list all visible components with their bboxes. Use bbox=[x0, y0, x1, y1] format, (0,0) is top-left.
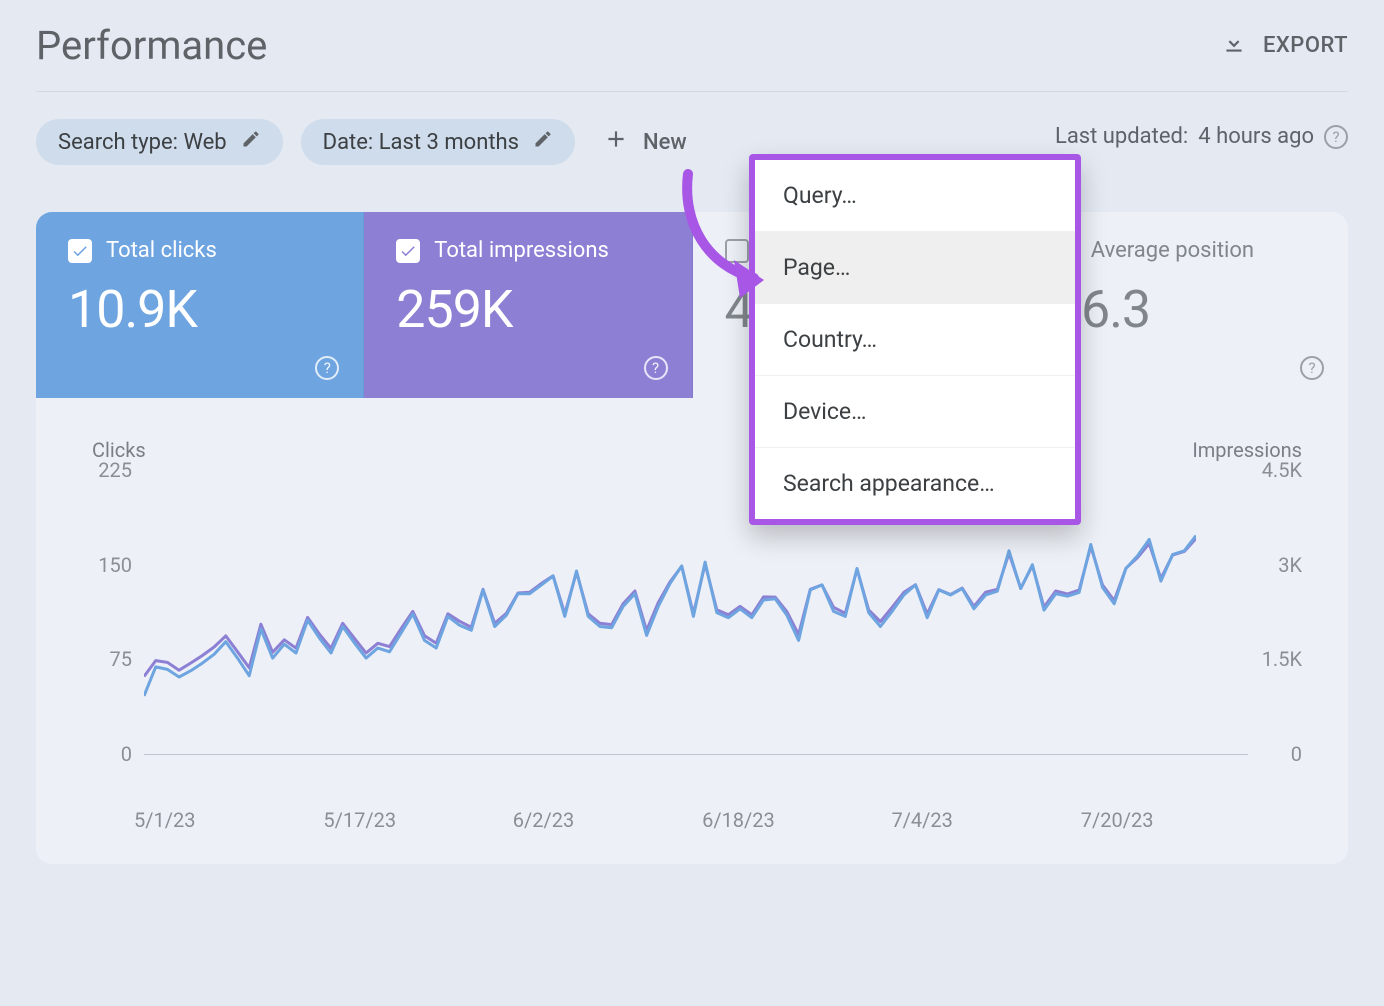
chip-label: Date: Last 3 months bbox=[323, 130, 519, 155]
last-updated: Last updated: 4 hours ago ? bbox=[1055, 124, 1348, 149]
new-filter-dropdown: Query…Page…Country…Device…Search appeara… bbox=[749, 154, 1081, 525]
export-button[interactable]: EXPORT bbox=[1221, 30, 1348, 62]
y-tick-right: 1.5K bbox=[1262, 647, 1302, 671]
help-icon[interactable]: ? bbox=[315, 356, 339, 380]
metric-total-impressions[interactable]: Total impressions 259K ? bbox=[364, 212, 692, 398]
metric-value: 26.3 bbox=[1053, 279, 1316, 340]
annotation-arrow bbox=[668, 166, 778, 310]
chart-area: Clicks Impressions 07515022501.5K3K4.5K5… bbox=[36, 398, 1348, 864]
add-filter-button[interactable]: New bbox=[593, 118, 697, 166]
y-tick-right: 0 bbox=[1291, 742, 1302, 766]
metric-label: Total impressions bbox=[434, 238, 609, 263]
pencil-icon bbox=[241, 129, 261, 155]
x-tick: 5/17/23 bbox=[323, 808, 396, 832]
x-tick: 5/1/23 bbox=[134, 808, 195, 832]
x-tick: 6/18/23 bbox=[702, 808, 775, 832]
help-icon[interactable]: ? bbox=[644, 356, 668, 380]
y-tick-left: 225 bbox=[92, 458, 132, 482]
help-icon[interactable]: ? bbox=[1300, 356, 1324, 380]
export-label: EXPORT bbox=[1263, 33, 1348, 58]
y-tick-left: 75 bbox=[92, 647, 132, 671]
last-updated-prefix: Last updated: bbox=[1055, 124, 1188, 149]
x-tick: 6/2/23 bbox=[513, 808, 574, 832]
dropdown-item[interactable]: Query… bbox=[755, 160, 1075, 232]
page-title: Performance bbox=[36, 22, 267, 69]
y-tick-right: 3K bbox=[1278, 553, 1302, 577]
new-label: New bbox=[643, 130, 687, 155]
dropdown-item[interactable]: Device… bbox=[755, 376, 1075, 448]
checkbox-icon bbox=[396, 239, 420, 263]
chip-search-type[interactable]: Search type: Web bbox=[36, 119, 283, 165]
checkbox-icon bbox=[68, 239, 92, 263]
y-tick-right: 4.5K bbox=[1262, 458, 1302, 482]
metric-value: 259K bbox=[396, 279, 659, 340]
metric-label: Average position bbox=[1091, 238, 1254, 263]
y-tick-left: 150 bbox=[92, 553, 132, 577]
dropdown-item[interactable]: Search appearance… bbox=[755, 448, 1075, 519]
metric-value: 10.9K bbox=[68, 279, 331, 340]
x-tick: 7/20/23 bbox=[1081, 808, 1154, 832]
help-icon[interactable]: ? bbox=[1324, 125, 1348, 149]
x-tick: 7/4/23 bbox=[891, 808, 952, 832]
last-updated-value: 4 hours ago bbox=[1198, 124, 1314, 149]
y-tick-left: 0 bbox=[92, 742, 132, 766]
plus-icon bbox=[603, 126, 629, 158]
header: Performance EXPORT bbox=[36, 0, 1348, 92]
download-icon bbox=[1221, 30, 1247, 62]
pencil-icon bbox=[533, 129, 553, 155]
chip-label: Search type: Web bbox=[58, 130, 227, 155]
filter-row: Search type: Web Date: Last 3 months New… bbox=[36, 92, 1348, 166]
metric-total-clicks[interactable]: Total clicks 10.9K ? bbox=[36, 212, 364, 398]
chip-date[interactable]: Date: Last 3 months bbox=[301, 119, 575, 165]
metric-label: Total clicks bbox=[106, 238, 217, 263]
dropdown-item[interactable]: Country… bbox=[755, 304, 1075, 376]
axis-baseline bbox=[144, 754, 1248, 755]
dropdown-item[interactable]: Page… bbox=[755, 232, 1075, 304]
